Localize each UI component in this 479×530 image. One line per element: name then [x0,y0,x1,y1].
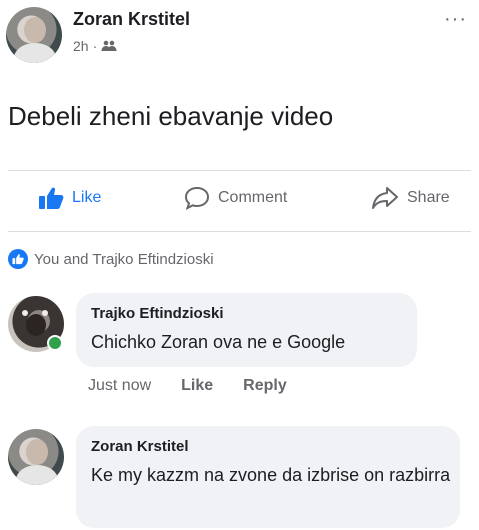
share-label: Share [407,189,450,206]
like-reaction-icon [8,249,28,269]
online-status-dot [47,335,63,351]
meta-separator: · [92,38,98,54]
friends-icon[interactable] [101,40,117,52]
divider [8,231,471,232]
share-button[interactable]: Share [371,186,450,210]
avatar-face [26,314,46,336]
post-time[interactable]: 2h [73,38,89,54]
thumbs-up-icon [39,187,64,209]
divider [8,170,471,171]
comment-author-avatar[interactable] [8,429,64,485]
comment-bubble: Zoran Krstitel Ke my kazzm na zvone da i… [76,426,460,528]
like-button[interactable]: Like [38,186,101,210]
like-label: Like [72,189,102,206]
comment-like-button[interactable]: Like [181,377,213,395]
comment-label: Comment [218,189,288,206]
comment-bubble: Trajko Eftindzioski Chichko Zoran ova ne… [76,293,417,367]
comment-reply-button[interactable]: Reply [243,377,287,395]
post-author-name[interactable]: Zoran Krstitel [73,9,190,30]
avatar-eye [42,310,48,316]
avatar-face [26,439,48,465]
avatar-body [14,43,56,63]
post-author-avatar[interactable] [6,7,62,63]
more-options-icon[interactable]: ··· [444,8,467,31]
comment-actions: Just now Like Reply [88,377,287,395]
comment-text: Ke my kazzm na zvone da izbrise on razbi… [91,465,451,485]
comment-time[interactable]: Just now [88,377,151,395]
comment-author-name[interactable]: Trajko Eftindzioski [91,305,224,322]
comment-text: Chichko Zoran ova ne e Google [91,332,346,352]
reactions-summary[interactable]: You and Trajko Eftindzioski [8,249,214,269]
comment-icon [184,186,210,210]
avatar-eye [22,310,28,316]
avatar-body [16,465,58,485]
comment-author-name[interactable]: Zoran Krstitel [91,438,189,455]
comment-button[interactable]: Comment [184,186,287,210]
reactions-text: You and Trajko Eftindzioski [34,250,214,268]
post-text: Debeli zheni ebavanje video [8,101,334,131]
post-meta: 2h · [73,38,117,54]
share-icon [372,187,398,209]
avatar-face [24,17,46,43]
